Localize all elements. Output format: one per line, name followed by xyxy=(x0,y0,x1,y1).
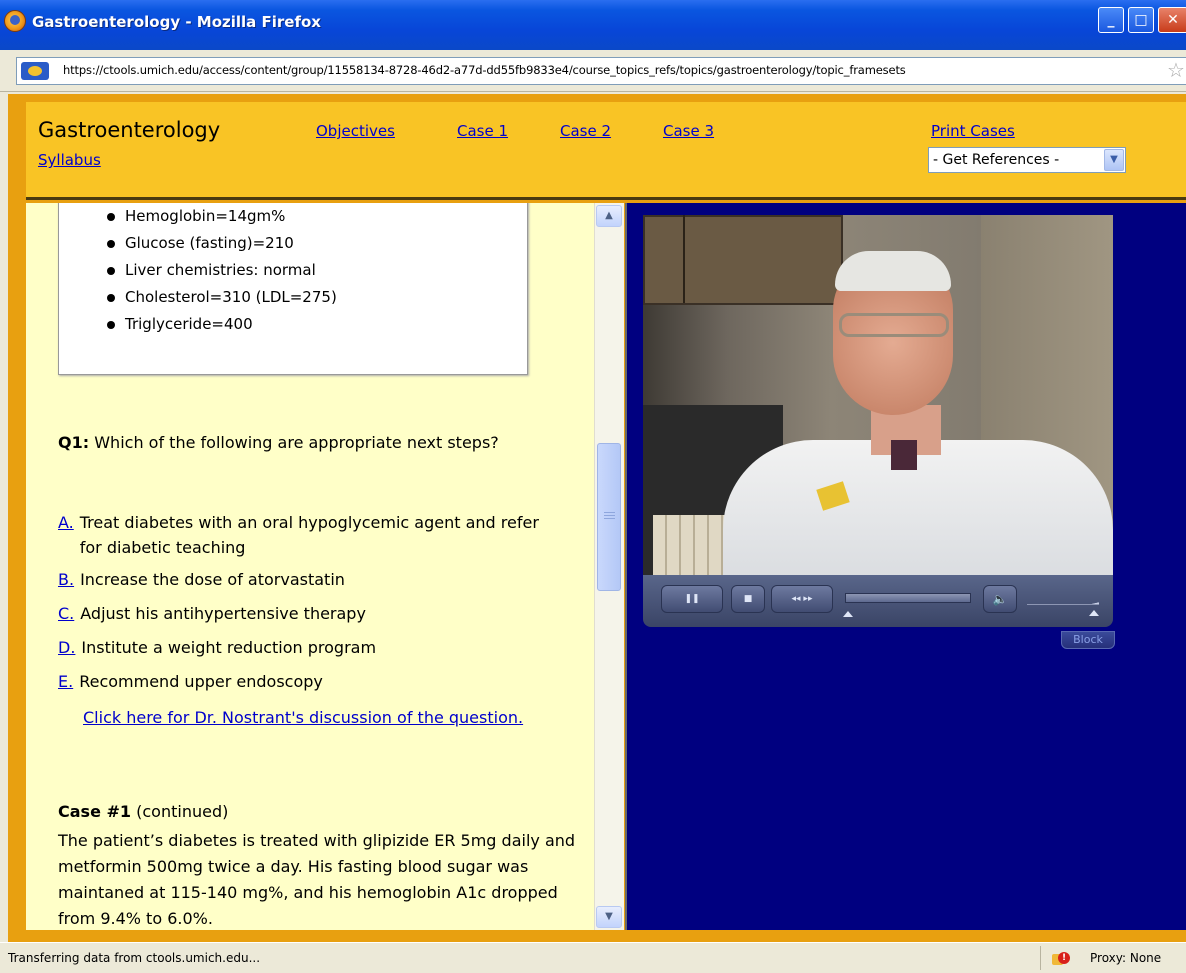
option-b-link[interactable]: B. xyxy=(58,570,74,589)
url-text[interactable]: https://ctools.umich.edu/access/content/… xyxy=(63,63,906,77)
video-presenter-glasses xyxy=(839,313,949,337)
video-presenter-hair xyxy=(835,251,951,291)
list-item: Triglyceride=400 xyxy=(107,311,337,338)
alert-icon: ! xyxy=(1058,952,1070,964)
nav-case-1-link[interactable]: Case 1 xyxy=(457,122,508,140)
navigation-bar: https://ctools.umich.edu/access/content/… xyxy=(0,50,1186,92)
list-item: Liver chemistries: normal xyxy=(107,257,337,284)
list-item: Glucose (fasting)=210 xyxy=(107,230,337,257)
answer-option-c: C. Adjust his antihypertensive therapy xyxy=(58,601,578,626)
option-d-link[interactable]: D. xyxy=(58,638,75,657)
option-b-text: Increase the dose of atorvastatin xyxy=(80,570,345,589)
status-divider xyxy=(1040,946,1041,970)
warning-icon[interactable]: ! xyxy=(1052,950,1070,966)
video-presenter-coat xyxy=(723,440,1113,575)
option-c-text: Adjust his antihypertensive therapy xyxy=(80,604,366,623)
minimize-button[interactable]: _ xyxy=(1098,7,1124,33)
scroll-thumb[interactable] xyxy=(597,443,621,591)
rewind-forward-button[interactable]: ◂◂ ▸▸ xyxy=(771,585,833,613)
references-select[interactable]: - Get References - ▼ xyxy=(928,147,1126,173)
syllabus-link[interactable]: Syllabus xyxy=(38,151,101,169)
references-select-value: - Get References - xyxy=(933,152,1060,168)
question-label: Q1: xyxy=(58,433,90,452)
option-d-text: Institute a weight reduction program xyxy=(81,638,377,657)
discussion-link[interactable]: Click here for Dr. Nostrant's discussion… xyxy=(83,705,543,730)
question-text: Q1: Which of the following are appropria… xyxy=(58,430,578,455)
answer-option-e: E. Recommend upper endoscopy xyxy=(58,669,578,694)
status-message: Transferring data from ctools.umich.edu.… xyxy=(8,951,261,965)
pause-button[interactable]: ❚❚ xyxy=(661,585,723,613)
stop-button[interactable]: ■ xyxy=(731,585,765,613)
option-a-text: Treat diabetes with an oral hypoglycemic… xyxy=(79,513,539,557)
seek-position-marker[interactable] xyxy=(843,611,853,617)
grip-icon xyxy=(604,512,615,521)
nav-case-2-link[interactable]: Case 2 xyxy=(560,122,611,140)
status-bar: Transferring data from ctools.umich.edu.… xyxy=(0,942,1186,973)
video-frame[interactable] xyxy=(643,215,1113,575)
chevron-down-icon[interactable]: ▼ xyxy=(1104,149,1124,171)
chevron-down-icon[interactable]: ▼ xyxy=(596,906,622,928)
site-favicon-icon xyxy=(21,62,49,80)
proxy-status[interactable]: Proxy: None xyxy=(1090,951,1161,965)
title-bar[interactable]: Gastroenterology - Mozilla Firefox _ □ ✕ xyxy=(0,0,1186,50)
course-nav: Gastroenterology Syllabus Objectives Cas… xyxy=(26,102,1186,200)
seek-slider[interactable] xyxy=(845,593,971,603)
nav-objectives-link[interactable]: Objectives xyxy=(316,122,395,140)
block-button[interactable]: Block xyxy=(1061,631,1115,649)
option-a-link[interactable]: A. xyxy=(58,513,74,532)
print-cases-link[interactable]: Print Cases xyxy=(931,122,1015,140)
video-pane: ❚❚ ■ ◂◂ ▸▸ 🔈 Block xyxy=(625,203,1186,930)
firefox-icon xyxy=(4,10,26,32)
star-icon[interactable]: ☆ xyxy=(1167,58,1185,82)
answer-option-b: B. Increase the dose of atorvastatin xyxy=(58,567,578,592)
page-title: Gastroenterology xyxy=(38,118,221,142)
option-c-link[interactable]: C. xyxy=(58,604,74,623)
nav-case-3-link[interactable]: Case 3 xyxy=(663,122,714,140)
browser-window: Gastroenterology - Mozilla Firefox _ □ ✕… xyxy=(0,0,1186,973)
window-title: Gastroenterology - Mozilla Firefox xyxy=(32,13,321,31)
case-title: Case #1 xyxy=(58,802,132,821)
volume-slider-track[interactable] xyxy=(1027,604,1099,605)
answer-option-d: D. Institute a weight reduction program xyxy=(58,635,578,660)
url-field[interactable]: https://ctools.umich.edu/access/content/… xyxy=(16,57,1186,85)
volume-slider-ramp[interactable] xyxy=(1027,589,1099,605)
case-heading: Case #1 (continued) xyxy=(58,802,228,821)
case-body-text: The patient’s diabetes is treated with g… xyxy=(58,831,576,928)
page-frame-bottom xyxy=(8,930,1186,942)
question-body: Which of the following are appropriate n… xyxy=(94,433,499,452)
close-button[interactable]: ✕ xyxy=(1158,7,1186,33)
chevron-up-icon[interactable]: ▲ xyxy=(596,205,622,227)
video-cabinet-seam xyxy=(683,215,685,303)
option-e-text: Recommend upper endoscopy xyxy=(79,672,323,691)
lab-results-box: Hemoglobin=14gm% Glucose (fasting)=210 L… xyxy=(58,203,528,375)
case-content-pane: Hemoglobin=14gm% Glucose (fasting)=210 L… xyxy=(26,203,594,930)
lab-results-list: Hemoglobin=14gm% Glucose (fasting)=210 L… xyxy=(107,203,337,338)
answer-option-a: A. Treat diabetes with an oral hypoglycem… xyxy=(58,510,578,560)
list-item: Hemoglobin=14gm% xyxy=(107,203,337,230)
volume-position-marker[interactable] xyxy=(1089,610,1099,616)
content-scrollbar[interactable]: ▲ ▼ xyxy=(594,203,624,930)
video-controls: ❚❚ ■ ◂◂ ▸▸ 🔈 xyxy=(643,575,1113,627)
option-e-link[interactable]: E. xyxy=(58,672,73,691)
maximize-button[interactable]: □ xyxy=(1128,7,1154,33)
volume-icon[interactable]: 🔈 xyxy=(983,585,1017,613)
video-cabinet xyxy=(643,215,843,305)
case-suffix: (continued) xyxy=(136,802,229,821)
list-item: Cholesterol=310 (LDL=275) xyxy=(107,284,337,311)
video-presenter-tie xyxy=(891,440,917,470)
